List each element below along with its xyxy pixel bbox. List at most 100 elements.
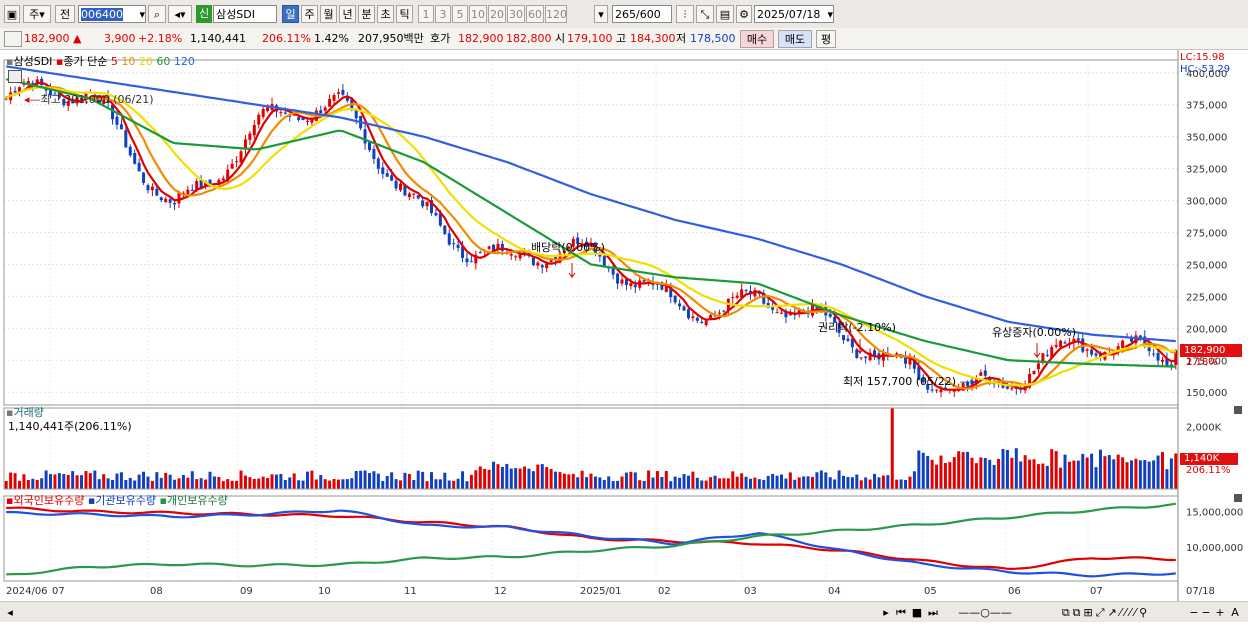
volume-bar bbox=[779, 474, 783, 489]
volume-bar bbox=[842, 475, 846, 489]
volume-bar bbox=[297, 480, 301, 489]
annot-dividend: 배당락(0.00%) bbox=[531, 241, 605, 254]
mode-select[interactable]: 주▾ bbox=[23, 5, 51, 23]
period-4-button[interactable]: 분 bbox=[358, 5, 375, 23]
volume-bar bbox=[811, 476, 815, 489]
volume-bar bbox=[992, 464, 996, 489]
volume-bar bbox=[797, 477, 801, 489]
prev-mode[interactable]: 전 bbox=[55, 5, 75, 23]
volume-bar bbox=[142, 471, 146, 489]
scroll-right-icon[interactable]: ▸ bbox=[880, 604, 892, 622]
holding-close-icon[interactable] bbox=[1234, 494, 1242, 502]
settings-icon[interactable]: ⚙ bbox=[736, 5, 752, 23]
interval-120-button[interactable]: 120 bbox=[545, 5, 567, 23]
search-icon[interactable]: ⌕ bbox=[148, 5, 166, 23]
interval-60-button[interactable]: 60 bbox=[526, 5, 544, 23]
period-3-button[interactable]: 년 bbox=[339, 5, 356, 23]
interval-30-button[interactable]: 30 bbox=[507, 5, 525, 23]
hc-label: HC:-53.29 bbox=[1180, 64, 1231, 75]
candle-body bbox=[305, 120, 309, 122]
forward-icon[interactable]: ⏭ bbox=[926, 604, 940, 622]
code-input[interactable]: 006400 ▾ bbox=[78, 5, 146, 23]
volume-bar bbox=[66, 474, 70, 489]
volume-bar bbox=[518, 468, 522, 489]
candle-body bbox=[1076, 338, 1080, 341]
volume-bar bbox=[1014, 448, 1018, 489]
date-field[interactable]: 2025/07/18 ▾ bbox=[754, 5, 834, 23]
period-2-button[interactable]: 월 bbox=[320, 5, 337, 23]
volume-bar bbox=[49, 474, 53, 489]
candle-body bbox=[363, 129, 367, 144]
stock-name-field[interactable]: 삼성SDI bbox=[213, 5, 277, 23]
annot-low-text: 최저 157,700 (05/22) bbox=[843, 375, 957, 388]
candle-body bbox=[235, 161, 239, 163]
interval-1-button[interactable]: 1 bbox=[418, 5, 434, 23]
x-tick-label-right: 07/18 bbox=[1186, 586, 1215, 597]
chart-area[interactable]: 400,000 375,000 350,000 325,000 300,000 275,0… bbox=[0, 50, 1248, 621]
buy-button[interactable]: 매수 bbox=[740, 30, 774, 48]
volume-bar bbox=[571, 473, 575, 489]
turnover-pct: 1.42% bbox=[314, 32, 349, 45]
volume-bar bbox=[846, 476, 850, 489]
chart-tools-icons[interactable]: ⧉⧉⊞⤢↗⁄⁄⁄⁄⚲ bbox=[1026, 604, 1186, 622]
volume-bar bbox=[850, 477, 854, 489]
candle-body bbox=[283, 112, 287, 114]
candle-body bbox=[124, 130, 128, 148]
volume-bar bbox=[1098, 449, 1102, 489]
legend-ma60: 60 bbox=[156, 55, 171, 68]
bottom-scrollbar[interactable]: ◂ ▸ ⏮ ■ ⏭ ——○—— ⧉⧉⊞⤢↗⁄⁄⁄⁄⚲ − − + A bbox=[0, 601, 1248, 622]
candle-body bbox=[323, 107, 327, 111]
volume-bar bbox=[722, 478, 726, 489]
sell-button[interactable]: 매도 bbox=[778, 30, 812, 48]
volume-bar bbox=[84, 471, 88, 489]
candle-body bbox=[620, 279, 624, 284]
count-field[interactable]: 265/600 bbox=[612, 5, 672, 23]
candle-body bbox=[336, 92, 340, 94]
period-6-button[interactable]: 틱 bbox=[396, 5, 413, 23]
interval-10-button[interactable]: 10 bbox=[469, 5, 487, 23]
volume-bar bbox=[283, 479, 287, 489]
minus-icon[interactable]: − bbox=[1200, 604, 1212, 622]
period-1-button[interactable]: 주 bbox=[301, 5, 318, 23]
window-icon[interactable]: ▣ bbox=[4, 5, 20, 23]
legend-foreign: 외국인보유수량 bbox=[13, 494, 85, 507]
font-size-icon[interactable]: A bbox=[1228, 604, 1242, 622]
candle-body bbox=[1094, 353, 1098, 356]
volume-bar bbox=[930, 459, 934, 489]
scroll-left-icon[interactable]: ◂ bbox=[4, 604, 16, 622]
count-dropdown[interactable]: ▾ bbox=[594, 5, 608, 23]
date-value: 2025/07/18 bbox=[757, 8, 821, 21]
volume-bar bbox=[155, 472, 159, 489]
plus-icon[interactable]: + bbox=[1214, 604, 1226, 622]
rewind-icon[interactable]: ⏮ bbox=[894, 604, 908, 622]
annot-paidin: 유상증자(0.00%) bbox=[992, 326, 1077, 339]
volume-bar bbox=[536, 464, 540, 489]
zoom-slider[interactable]: ——○—— bbox=[950, 604, 1020, 622]
save-icon[interactable]: ▤ bbox=[716, 5, 734, 23]
interval-3-button[interactable]: 3 bbox=[435, 5, 451, 23]
annot-high: ◂—최고 391,000 (06/21) bbox=[24, 93, 154, 106]
chart-grid-icon[interactable] bbox=[8, 70, 22, 83]
open-price: 179,100 bbox=[567, 32, 613, 45]
volume-bar bbox=[748, 478, 752, 489]
candle-body bbox=[629, 283, 633, 287]
legend-ma20: 20 bbox=[138, 55, 153, 68]
stop-icon[interactable]: ■ bbox=[910, 604, 924, 622]
interval-20-button[interactable]: 20 bbox=[488, 5, 506, 23]
holding-tick-label: 15,000,000 bbox=[1186, 508, 1243, 519]
draw-tool-icon[interactable]: ⤡ bbox=[696, 5, 714, 23]
volume-bar bbox=[1107, 455, 1111, 489]
eval-button[interactable]: 평 bbox=[816, 30, 836, 48]
count-value: 265 bbox=[615, 8, 636, 21]
volume-bar bbox=[682, 474, 686, 489]
collapse-toggle[interactable] bbox=[4, 31, 22, 47]
zoom-out-icon[interactable]: − bbox=[1188, 604, 1200, 622]
volume-bar bbox=[217, 476, 221, 489]
volume-bar bbox=[1001, 448, 1005, 489]
candle-type-icon[interactable]: ⫶ bbox=[676, 5, 694, 23]
volume-close-icon[interactable] bbox=[1234, 406, 1242, 414]
period-5-button[interactable]: 초 bbox=[377, 5, 394, 23]
speaker-icon[interactable]: ◂▾ bbox=[168, 5, 192, 23]
interval-5-button[interactable]: 5 bbox=[452, 5, 468, 23]
period-0-button[interactable]: 일 bbox=[282, 5, 299, 23]
